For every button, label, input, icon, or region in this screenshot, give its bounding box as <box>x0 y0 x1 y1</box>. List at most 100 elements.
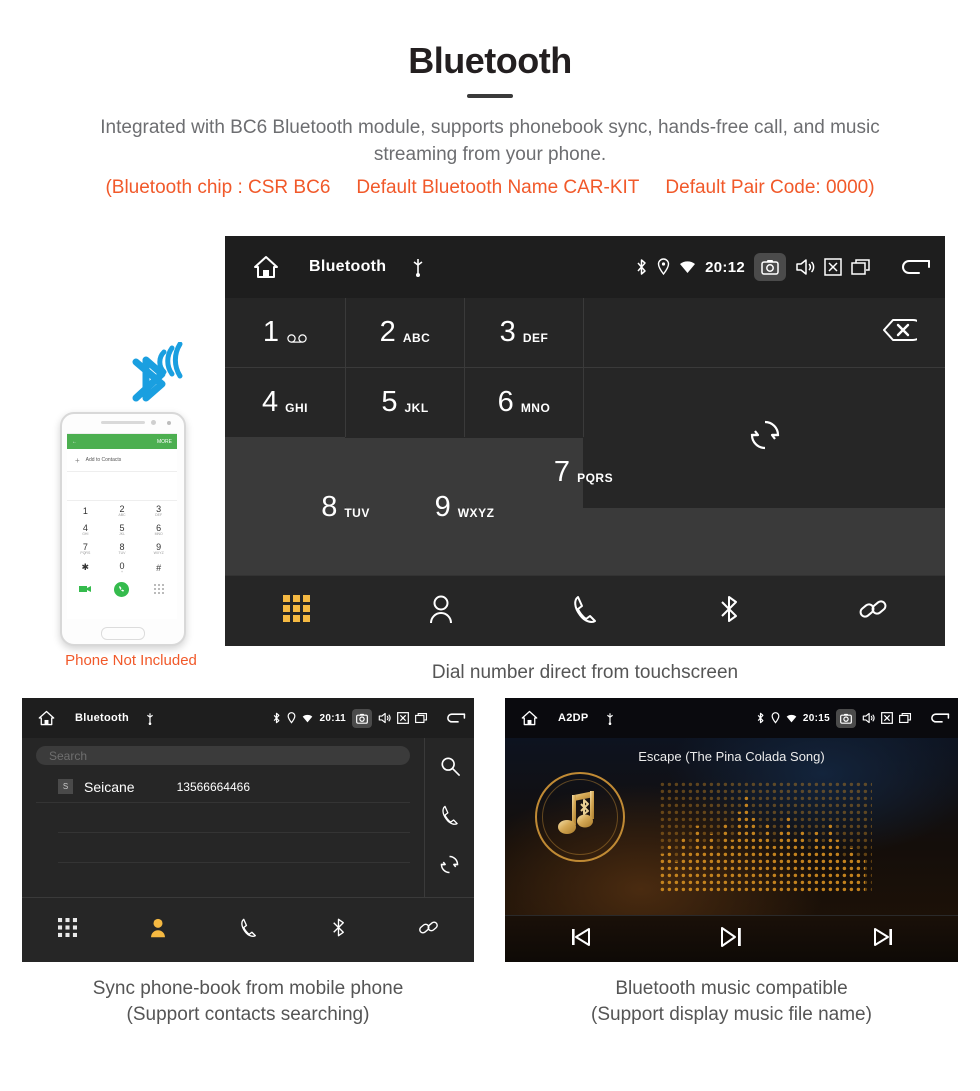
search-icon[interactable] <box>440 756 460 781</box>
phonebook-caption-line2: (Support contacts searching) <box>126 1003 370 1025</box>
sync-contacts-button[interactable] <box>584 368 945 507</box>
key-1[interactable]: 1 <box>225 298 345 367</box>
status-clock: 20:12 <box>705 258 745 276</box>
spec-chip: (Bluetooth chip : CSR BC6 <box>105 176 331 198</box>
back-arrow-icon[interactable] <box>899 256 931 278</box>
phone-key: 5 JKL <box>118 522 125 536</box>
volume-icon[interactable] <box>795 258 815 276</box>
back-arrow-icon[interactable] <box>929 711 950 725</box>
key-7[interactable]: 7 PQRS <box>554 438 613 507</box>
key-4[interactable]: 4 GHI <box>225 368 345 437</box>
nav-dialpad[interactable] <box>225 594 369 628</box>
location-pin-icon <box>287 712 296 724</box>
wifi-icon <box>302 714 313 723</box>
previous-track-button[interactable] <box>505 926 656 953</box>
spec-name: Default Bluetooth Name CAR-KIT <box>356 176 640 198</box>
recent-apps-icon[interactable] <box>415 712 429 724</box>
key-8[interactable]: 8 TUV <box>321 493 369 522</box>
track-title: Escape (The Pina Colada Song) <box>638 749 825 764</box>
phonebook-caption: Sync phone-book from mobile phone (Suppo… <box>22 976 474 1027</box>
home-icon[interactable] <box>38 710 55 726</box>
phone-videocall-icon <box>67 585 104 593</box>
close-box-icon[interactable] <box>397 712 409 724</box>
phone-key: 3 DEF <box>155 503 163 517</box>
phone-key: 4 GHI <box>82 522 89 536</box>
wifi-icon <box>786 714 797 723</box>
nav-call-history[interactable] <box>203 917 293 943</box>
contacts-person-icon <box>428 594 454 629</box>
music-caption-line2: (Support display music file name) <box>591 1003 872 1025</box>
key-5[interactable]: 5 JKL <box>346 368 464 437</box>
camera-icon[interactable] <box>352 708 372 728</box>
phone-call-row <box>67 577 177 601</box>
phonebook-side-actions <box>425 738 474 898</box>
contacts-person-icon <box>149 917 167 943</box>
backspace-icon[interactable] <box>867 315 924 350</box>
key-6[interactable]: 6 MNO <box>465 368 583 437</box>
close-box-icon[interactable] <box>881 712 893 724</box>
call-history-icon[interactable] <box>440 804 460 831</box>
recent-apps-icon[interactable] <box>851 258 873 276</box>
phone-screen: ← MORE + Add to Contacts 1 2 ABC 3 DEF 4 GH… <box>67 433 177 619</box>
nav-contacts[interactable] <box>369 594 513 629</box>
screen-title: A2DP <box>558 712 589 724</box>
contact-row-empty <box>58 833 410 863</box>
main-screen-caption: Dial number direct from touchscreen <box>431 662 739 683</box>
usb-icon <box>606 712 614 725</box>
phone-key: 6 MNO <box>154 522 163 536</box>
phone-number-field <box>67 472 177 501</box>
nav-call-history[interactable] <box>513 594 657 629</box>
close-box-icon[interactable] <box>824 258 842 276</box>
nav-bluetooth[interactable] <box>657 594 801 629</box>
location-pin-icon <box>771 712 780 724</box>
screen-title: Bluetooth <box>75 712 130 724</box>
nav-pair-link[interactable] <box>801 594 945 629</box>
phonebook-screen: Bluetooth 20:11 Search S Seicane 1356666… <box>22 698 474 962</box>
status-bar: Bluetooth 20:12 <box>225 236 945 298</box>
status-clock: 20:11 <box>319 712 346 724</box>
link-pair-icon <box>418 917 439 943</box>
nav-contacts[interactable] <box>112 917 202 943</box>
bluetooth-icon <box>331 917 346 943</box>
phone-key: 9 WXYZ <box>153 541 164 555</box>
phone-front-camera <box>167 421 171 425</box>
phone-key: 2 ABC <box>118 503 126 517</box>
call-history-icon <box>239 917 258 943</box>
search-input[interactable]: Search <box>36 746 410 765</box>
contact-list: Search S Seicane 13566664466 <box>22 738 425 898</box>
bluetooth-icon <box>635 258 648 276</box>
sync-refresh-icon[interactable] <box>439 854 460 880</box>
music-caption: Bluetooth music compatible (Support disp… <box>505 976 958 1027</box>
nav-dialpad[interactable] <box>22 918 112 942</box>
camera-icon[interactable] <box>754 253 786 281</box>
phone-dialpad-icon <box>140 584 177 594</box>
key-3[interactable]: 3 DEF <box>465 298 583 367</box>
sync-refresh-icon <box>748 418 782 457</box>
volume-icon[interactable] <box>378 712 391 724</box>
phone-add-contacts-row: + Add to Contacts <box>67 449 177 472</box>
home-icon[interactable] <box>253 255 279 279</box>
play-pause-button[interactable] <box>656 925 807 954</box>
dialpad-icon <box>283 594 311 628</box>
next-track-button[interactable] <box>807 926 958 953</box>
contact-row[interactable]: S Seicane 13566664466 <box>36 771 410 803</box>
phone-not-included-note: Phone Not Included <box>65 652 197 669</box>
status-bar: A2DP 20:15 <box>505 698 958 738</box>
recent-apps-icon[interactable] <box>899 712 913 724</box>
equalizer-visualizer <box>660 782 872 892</box>
bluetooth-icon <box>756 712 765 724</box>
volume-icon[interactable] <box>862 712 875 724</box>
nav-bluetooth[interactable] <box>293 917 383 943</box>
number-display-and-backspace[interactable] <box>584 298 945 367</box>
contact-row-empty <box>58 803 410 833</box>
previous-track-icon <box>570 926 592 953</box>
home-icon[interactable] <box>521 710 538 726</box>
bluetooth-icon <box>718 594 740 629</box>
link-pair-icon <box>858 594 888 629</box>
key-9[interactable]: 9 WXYZ <box>435 493 494 522</box>
camera-icon[interactable] <box>836 708 856 728</box>
back-arrow-icon[interactable] <box>445 711 466 725</box>
nav-pair-link[interactable] <box>384 917 474 943</box>
key-2[interactable]: 2 ABC <box>346 298 464 367</box>
contact-name: Seicane <box>84 778 135 795</box>
